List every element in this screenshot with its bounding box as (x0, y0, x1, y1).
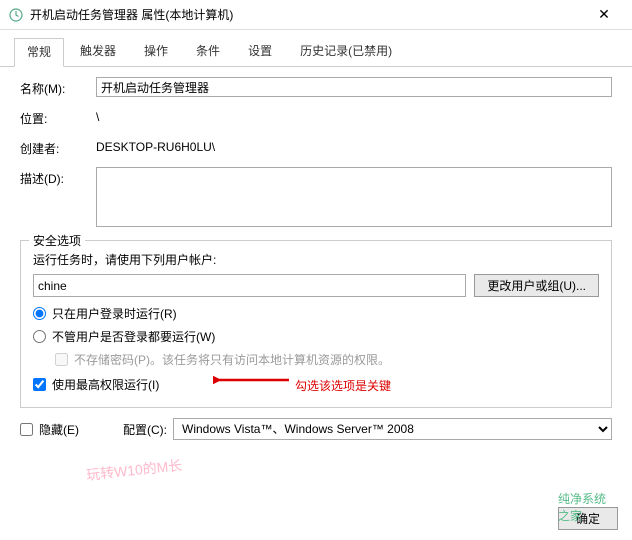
titlebar: 开机启动任务管理器 属性(本地计算机) ✕ (0, 0, 632, 30)
highest-privilege-label: 使用最高权限运行(I) (52, 376, 159, 393)
close-button[interactable]: ✕ (584, 6, 624, 23)
config-label: 配置(C): (123, 421, 167, 438)
annotation-arrow-icon (213, 370, 293, 392)
footer: 确定 纯净系统之家 (558, 507, 618, 530)
brand-watermark: 纯净系统之家 (558, 490, 612, 524)
location-value: \ (96, 107, 612, 124)
radio-logged-on-label: 只在用户登录时运行(R) (52, 305, 177, 322)
account-input[interactable] (33, 274, 466, 297)
radio-logged-on[interactable] (33, 307, 46, 320)
tab-actions[interactable]: 操作 (132, 38, 180, 66)
creator-value: DESKTOP-RU6H0LU\ (96, 137, 612, 154)
hidden-checkbox[interactable] (20, 423, 33, 436)
tab-conditions[interactable]: 条件 (184, 38, 232, 66)
security-group: 安全选项 运行任务时，请使用下列用户帐户: 更改用户或组(U)... 只在用户登… (20, 240, 612, 408)
name-input[interactable] (96, 77, 612, 97)
account-prompt: 运行任务时，请使用下列用户帐户: (33, 251, 599, 268)
window-title: 开机启动任务管理器 属性(本地计算机) (30, 6, 584, 23)
config-select[interactable]: Windows Vista™、Windows Server™ 2008 (173, 418, 612, 440)
radio-any-user[interactable] (33, 330, 46, 343)
tab-triggers[interactable]: 触发器 (68, 38, 128, 66)
name-label: 名称(M): (20, 77, 96, 97)
security-group-title: 安全选项 (29, 232, 85, 249)
hidden-label: 隐藏(E) (39, 421, 79, 438)
annotation-text: 勾选该选项是关键 (295, 377, 391, 394)
tab-content: 名称(M): 位置: \ 创建者: DESKTOP-RU6H0LU\ 描述(D)… (0, 67, 632, 450)
clock-icon (8, 7, 24, 23)
description-label: 描述(D): (20, 167, 96, 187)
no-store-password-checkbox (55, 353, 68, 366)
tab-history[interactable]: 历史记录(已禁用) (288, 38, 404, 66)
tab-strip: 常规 触发器 操作 条件 设置 历史记录(已禁用) (0, 30, 632, 67)
location-label: 位置: (20, 107, 96, 127)
description-input[interactable] (96, 167, 612, 227)
no-store-password-label: 不存储密码(P)。该任务将只有访问本地计算机资源的权限。 (74, 351, 390, 368)
highest-privilege-checkbox[interactable] (33, 378, 46, 391)
change-user-button[interactable]: 更改用户或组(U)... (474, 274, 599, 297)
radio-any-user-label: 不管用户是否登录都要运行(W) (52, 328, 215, 345)
creator-label: 创建者: (20, 137, 96, 157)
tab-settings[interactable]: 设置 (236, 38, 284, 66)
watermark: 玩转W10的M长 (85, 455, 183, 485)
tab-general[interactable]: 常规 (14, 38, 64, 67)
